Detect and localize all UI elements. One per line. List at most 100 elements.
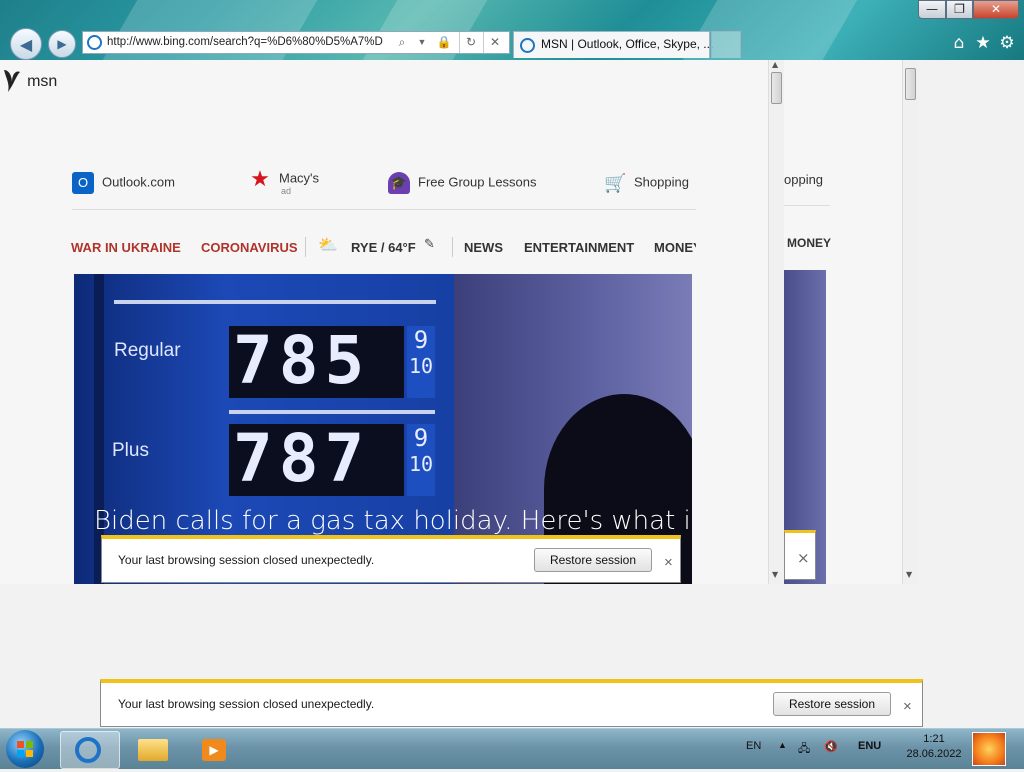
restore-session-button[interactable]: Restore session xyxy=(773,692,891,716)
folder-icon xyxy=(138,739,168,761)
nav-coronavirus[interactable]: CORONAVIRUS xyxy=(201,240,298,255)
address-bar[interactable]: http://www.bing.com/search?q=%D6%80%D5%A… xyxy=(82,31,510,54)
fraction-numerator: 9 xyxy=(413,326,429,354)
minimize-button[interactable]: — xyxy=(918,0,946,19)
price-regular: 785 xyxy=(233,322,371,399)
nav-money[interactable]: MONEY xyxy=(654,240,696,255)
network-icon[interactable]: 🖧 xyxy=(798,740,810,759)
ie-page-icon xyxy=(87,35,102,50)
taskbar-explorer-button[interactable] xyxy=(124,731,182,767)
close-notification-icon[interactable]: × xyxy=(903,699,912,714)
weather-icon: ⛅ xyxy=(318,235,338,254)
taskbar-ie-button[interactable] xyxy=(60,731,120,769)
back-arrow-icon: ◀ xyxy=(19,34,33,54)
tab-title: MSN | Outlook, Office, Skype, ... xyxy=(541,37,714,51)
page-scrollbar[interactable]: ▲ ▼ xyxy=(768,60,785,584)
hero-headline[interactable]: Biden calls for a gas tax holiday. Here'… xyxy=(94,506,692,536)
preview-notification: × xyxy=(784,530,816,580)
quicklink-label: Free Group Lessons xyxy=(418,174,537,190)
taskbar-media-button[interactable]: ▶ xyxy=(186,731,244,767)
stop-icon[interactable]: ✕ xyxy=(483,32,506,53)
quicklink-label: Macy's xyxy=(279,170,320,186)
fraction-plus: 9 10 xyxy=(407,424,435,496)
user-avatar[interactable] xyxy=(972,732,1006,766)
fraction-denominator: 10 xyxy=(408,452,434,476)
dropdown-arrow-icon[interactable]: ▼ xyxy=(411,32,433,53)
search-icon[interactable]: ⌕ xyxy=(391,32,413,53)
nav-war-in-ukraine[interactable]: WAR IN UKRAINE xyxy=(71,240,181,255)
media-player-icon: ▶ xyxy=(202,739,226,761)
tab-msn[interactable]: MSN | Outlook, Office, Skype, ... xyxy=(513,31,714,58)
favorites-star-icon[interactable]: ★ xyxy=(973,33,993,53)
edit-pencil-icon[interactable]: ✎ xyxy=(424,237,435,252)
home-icon[interactable]: ⌂ xyxy=(949,33,969,53)
ad-label: ad xyxy=(281,186,292,196)
windows-logo-icon xyxy=(17,741,33,757)
quicklink-shopping[interactable]: 🛒 Shopping xyxy=(604,172,689,194)
new-tab-button[interactable] xyxy=(711,31,741,58)
notification-message: Your last browsing session closed unexpe… xyxy=(118,553,375,567)
start-button[interactable] xyxy=(6,730,44,768)
show-hidden-icons[interactable]: ▲ xyxy=(778,740,787,750)
divider xyxy=(72,209,696,210)
price-plus: 787 xyxy=(233,420,371,497)
quicklink-outlook[interactable]: O Outlook.com xyxy=(72,172,175,194)
sign-regular-label: Regular xyxy=(114,340,181,361)
sign-plus-label: Plus xyxy=(112,440,149,461)
preview-money: MONEY xyxy=(787,236,832,250)
clock-time: 1:21 xyxy=(923,733,945,745)
quicklink-label: Outlook.com xyxy=(102,174,175,190)
close-notification-icon[interactable]: × xyxy=(664,555,673,570)
restore-session-button[interactable]: Restore session xyxy=(534,548,652,572)
outlook-icon: O xyxy=(72,172,94,194)
refresh-icon[interactable]: ↻ xyxy=(459,32,482,53)
ie-tab-icon xyxy=(520,38,535,53)
nav-weather[interactable]: RYE / 64°F xyxy=(351,240,416,255)
msn-logo[interactable]: msn xyxy=(2,68,57,99)
forward-button[interactable]: ▶ xyxy=(48,30,76,58)
input-language[interactable]: ENU xyxy=(858,740,881,752)
price-display-plus: 787 xyxy=(229,420,404,497)
nav-entertainment[interactable]: ENTERTAINMENT xyxy=(524,240,634,255)
restore-button[interactable]: ❐ xyxy=(946,0,973,19)
session-notification-inline: Your last browsing session closed unexpe… xyxy=(101,535,681,583)
graduation-cap-icon: 🎓 xyxy=(388,172,410,194)
scroll-down-icon[interactable]: ▼ xyxy=(772,570,778,579)
nav-news[interactable]: NEWS xyxy=(464,240,503,255)
divider xyxy=(452,237,453,257)
macys-star-icon: ★ xyxy=(250,166,270,191)
fraction-numerator: 9 xyxy=(413,424,429,452)
clock-date: 28.06.2022 xyxy=(906,748,962,760)
internet-explorer-icon xyxy=(75,737,101,763)
msn-logo-text: msn xyxy=(27,73,58,90)
scroll-up-icon[interactable]: ▲ xyxy=(772,60,778,69)
msn-butterfly-icon xyxy=(2,68,22,94)
language-indicator[interactable]: EN xyxy=(746,740,761,752)
back-button[interactable]: ◀ xyxy=(10,28,42,60)
scrollbar-thumb[interactable] xyxy=(905,68,916,100)
session-notification-bar: Your last browsing session closed unexpe… xyxy=(100,679,923,727)
preview-shopping: opping xyxy=(784,172,824,187)
forward-arrow-icon: ▶ xyxy=(57,37,67,51)
clock[interactable]: 1:21 28.06.2022 xyxy=(906,733,962,760)
quicklink-group-lessons[interactable]: 🎓 Free Group Lessons xyxy=(388,172,537,194)
divider xyxy=(784,205,830,206)
preview-scrollbar[interactable]: ▼ xyxy=(902,60,919,584)
quicklink-label: Shopping xyxy=(634,174,689,190)
lock-icon[interactable]: 🔒 xyxy=(433,32,455,53)
fraction-regular: 9 10 xyxy=(407,326,435,398)
scroll-down-icon[interactable]: ▼ xyxy=(906,570,912,579)
price-display-regular: 785 xyxy=(229,322,404,399)
scrollbar-thumb[interactable] xyxy=(771,72,782,104)
shopping-cart-icon: 🛒 xyxy=(604,173,627,193)
close-window-button[interactable]: ✕ xyxy=(973,0,1019,19)
volume-muted-icon[interactable]: 🔇 xyxy=(824,740,838,753)
address-url[interactable]: http://www.bing.com/search?q=%D6%80%D5%A… xyxy=(107,32,397,53)
quicklink-macys[interactable]: ★ Macy's ad xyxy=(249,166,320,197)
notification-message: Your last browsing session closed unexpe… xyxy=(118,697,375,711)
settings-gear-icon[interactable]: ⚙ xyxy=(997,33,1017,53)
fraction-denominator: 10 xyxy=(408,354,434,378)
tab-preview-page: opping MONEY × xyxy=(784,60,902,584)
divider xyxy=(305,237,306,257)
close-icon: × xyxy=(797,549,810,567)
